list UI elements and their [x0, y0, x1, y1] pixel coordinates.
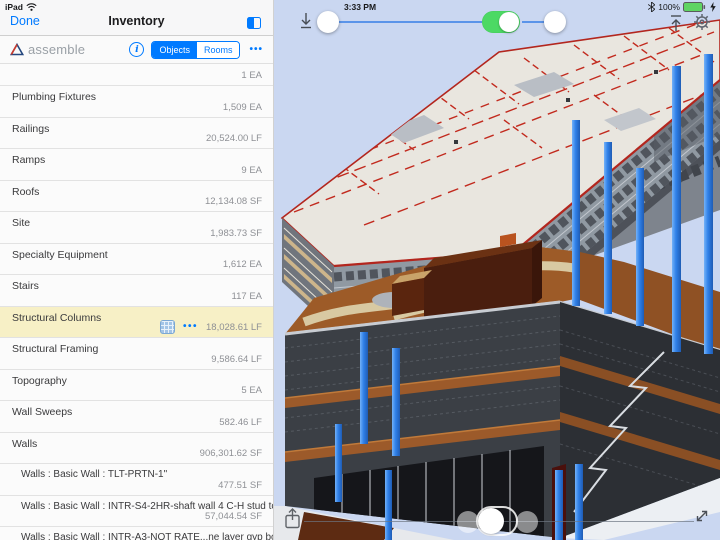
battery-percent: 100% [658, 2, 680, 12]
brand-label: assemble [28, 42, 86, 57]
bluetooth-icon [648, 2, 656, 12]
item-value: 9 EA [241, 164, 262, 176]
item-value: 1,983.73 SF [210, 227, 262, 239]
item-value: 477.51 SF [218, 479, 262, 491]
item-label: Walls [12, 437, 38, 450]
assemble-brand: assemble [10, 42, 85, 57]
info-icon[interactable]: i [129, 42, 145, 57]
status-bar: iPad 3:33 PM 100% [0, 0, 720, 14]
fullscreen-expand-icon[interactable] [694, 508, 710, 524]
objects-rooms-segmented: Objects Rooms [151, 40, 241, 59]
page-dot-3[interactable] [516, 511, 538, 533]
split-view-icon[interactable] [247, 17, 261, 29]
battery-icon [683, 2, 706, 12]
item-label: Walls : Basic Wall : TLT-PRTN-1" [21, 469, 168, 480]
page-title: Inventory [108, 14, 165, 28]
section-slider-track-2 [522, 21, 546, 23]
list-item[interactable]: Walls : Basic Wall : INTR-A3-NOT RATE...… [0, 527, 273, 540]
assemble-logo-icon [10, 43, 24, 56]
item-value: 906,301.62 SF [199, 448, 262, 459]
section-toggle[interactable] [482, 11, 520, 33]
item-label: Plumbing Fixtures [12, 91, 97, 103]
list-item[interactable]: Plumbing Fixtures 1,509 EA [0, 86, 273, 118]
section-slider-track [328, 21, 482, 23]
list-item[interactable]: Topography 5 EA [0, 369, 273, 401]
inventory-list: 1 EA Plumbing Fixtures 1,509 EA Railings 20,… [0, 64, 273, 540]
list-item[interactable]: Structural Columns ••• 18,028.61 LF [0, 306, 273, 338]
list-item[interactable]: Specialty Equipment 1,612 EA [0, 243, 273, 275]
item-label: Wall Sweeps [12, 406, 73, 418]
tab-objects[interactable]: Objects [152, 41, 197, 58]
item-value: 1,509 EA [222, 101, 262, 113]
item-value: 20,524.00 LF [206, 133, 262, 144]
inventory-panel: Done Inventory assemble i Objects Rooms … [0, 0, 274, 540]
item-value: 1 EA [241, 70, 262, 81]
toggle-knob [499, 12, 519, 32]
item-label: Walls : Basic Wall : INTR-A3-NOT RATE...… [21, 532, 273, 540]
model-viewer[interactable] [274, 0, 720, 540]
item-label: Walls : Basic Wall : INTR-S4-2HR-shaft w… [21, 500, 273, 512]
item-label: Roofs [12, 185, 40, 198]
item-label: Ramps [12, 154, 46, 166]
item-value: 5 EA [241, 385, 262, 396]
list-item[interactable]: Stairs 117 EA [0, 275, 273, 307]
item-label: Specialty Equipment [12, 248, 108, 261]
item-value: 582.46 LF [219, 416, 262, 428]
list-item[interactable]: Wall Sweeps 582.46 LF [0, 401, 273, 433]
item-label: Site [12, 217, 31, 229]
share-icon[interactable] [284, 508, 301, 529]
charging-icon [710, 2, 716, 12]
item-value: 9,586.64 LF [211, 353, 262, 365]
item-value: 1,612 EA [222, 259, 262, 270]
list-item[interactable]: Railings 20,524.00 LF [0, 117, 273, 149]
list-item[interactable]: Ramps 9 EA [0, 149, 273, 181]
item-value: 117 EA [231, 290, 262, 302]
table-icon[interactable] [159, 320, 175, 334]
settings-gear-icon[interactable] [693, 13, 711, 31]
item-value: 18,028.61 LF [206, 321, 262, 333]
list-item[interactable]: Structural Framing 9,586.64 LF [0, 338, 273, 370]
item-value: 57,044.54 SF [204, 511, 262, 522]
list-item[interactable]: 1 EA [0, 64, 273, 86]
item-label: Stairs [12, 280, 39, 292]
panel-toolbar: assemble i Objects Rooms ••• [0, 36, 273, 64]
list-item[interactable]: Walls : Basic Wall : INTR-S4-2HR-shaft w… [0, 495, 273, 527]
item-label [0, 64, 273, 69]
item-label: Structural Framing [12, 343, 99, 355]
item-label: Topography [12, 374, 67, 387]
item-value: 12,134.08 SF [204, 196, 262, 207]
section-up-icon[interactable] [670, 13, 682, 31]
list-item[interactable]: Site 1,983.73 SF [0, 212, 273, 244]
section-down-icon[interactable] [300, 13, 312, 31]
clock: 3:33 PM [343, 2, 377, 12]
page-dot-2-active[interactable] [478, 508, 504, 534]
item-label: Railings [12, 122, 50, 135]
row-actions: ••• 18,028.61 LF [159, 320, 262, 334]
section-lower-handle[interactable] [317, 11, 339, 33]
tab-rooms[interactable]: Rooms [196, 41, 240, 58]
section-upper-handle[interactable] [544, 11, 566, 33]
row-more-button[interactable]: ••• [183, 322, 198, 332]
list-item[interactable]: Walls 906,301.62 SF [0, 432, 273, 464]
list-item[interactable]: Walls : Basic Wall : TLT-PRTN-1" 477.51 S… [0, 464, 273, 496]
more-button[interactable]: ••• [247, 44, 265, 55]
model-3d-view[interactable] [274, 0, 720, 540]
list-item[interactable]: Roofs 12,134.08 SF [0, 180, 273, 212]
